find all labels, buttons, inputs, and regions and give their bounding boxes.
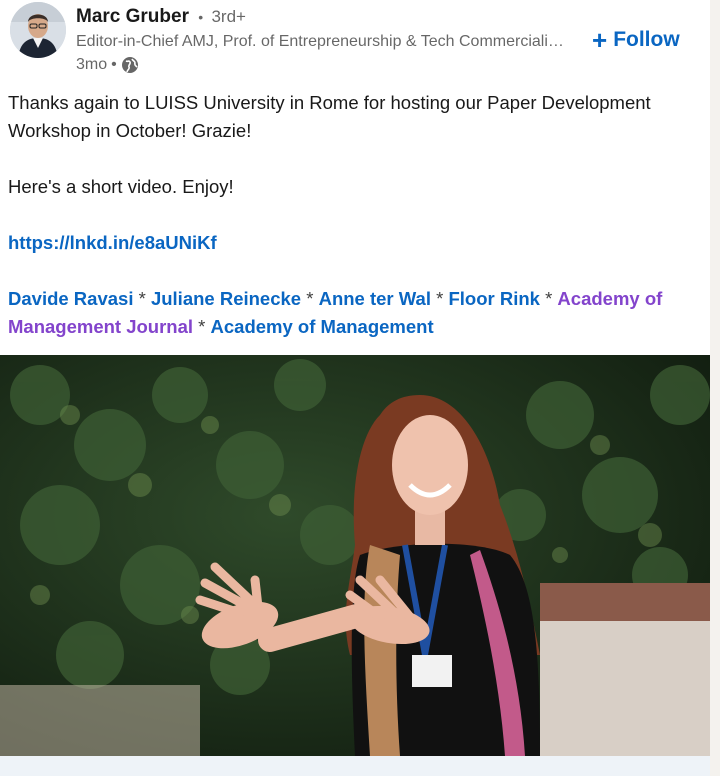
post-text-line: Workshop in October! Grazie! — [8, 120, 252, 141]
author-headline: Editor-in-Chief AMJ, Prof. of Entreprene… — [76, 33, 566, 50]
avatar-photo — [10, 2, 66, 58]
post-url-link[interactable]: https://lnkd.in/e8aUNiKf — [8, 232, 217, 253]
video-frame — [0, 355, 710, 756]
author-name-line: Marc Gruber • 3rd+ — [76, 5, 246, 29]
mention-separator: * — [133, 288, 151, 309]
follow-label: Follow — [613, 28, 680, 51]
post-meta: 3mo • — [76, 54, 139, 76]
connection-degree: 3rd+ — [211, 7, 246, 26]
mention-separator: * — [301, 288, 319, 309]
author-name[interactable]: Marc Gruber — [76, 6, 189, 27]
globe-icon — [121, 56, 139, 74]
mention-separator: * — [430, 288, 449, 309]
post-time: 3mo — [76, 56, 108, 73]
mentions: Davide Ravasi * Juliane Reinecke * Anne … — [8, 285, 698, 341]
plus-icon: + — [592, 25, 608, 55]
mention-anne-ter-wal[interactable]: Anne ter Wal — [319, 288, 431, 309]
feed-background — [710, 0, 720, 776]
mention-floor-rink[interactable]: Floor Rink — [448, 288, 539, 309]
mention-davide-ravasi[interactable]: Davide Ravasi — [8, 288, 133, 309]
post-text: Thanks again to LUISS University in Rome… — [8, 89, 698, 341]
post-text-line: Thanks again to LUISS University in Rome… — [8, 92, 651, 113]
post-video[interactable] — [0, 355, 710, 756]
mention-separator: * — [193, 316, 211, 337]
follow-button[interactable]: + Follow — [592, 24, 680, 56]
mention-juliane-reinecke[interactable]: Juliane Reinecke — [151, 288, 301, 309]
post-text-line: Here's a short video. Enjoy! — [8, 176, 234, 197]
post-footer-bar — [0, 756, 710, 776]
mention-separator: * — [539, 288, 558, 309]
author-avatar[interactable] — [10, 2, 66, 58]
feed-post: Marc Gruber • 3rd+ Editor-in-Chief AMJ, … — [0, 0, 710, 776]
separator-dot: • — [198, 9, 204, 25]
mention-academy-of-management[interactable]: Academy of Management — [211, 316, 434, 337]
separator-dot: • — [111, 56, 117, 73]
